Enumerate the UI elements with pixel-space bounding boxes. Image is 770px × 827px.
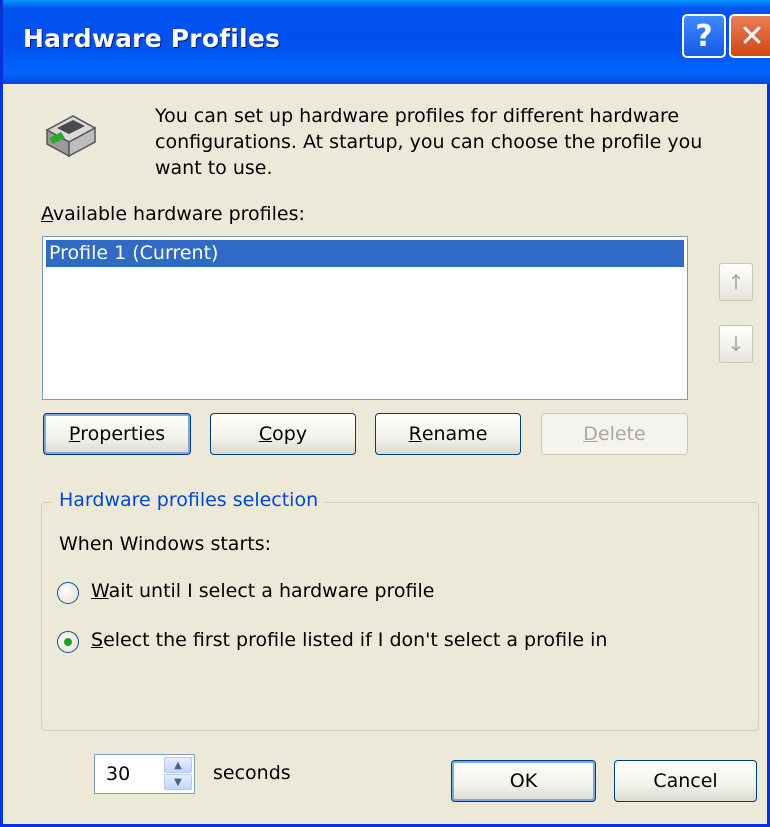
- profiles-listbox[interactable]: Profile 1 (Current): [42, 236, 688, 400]
- arrow-up-icon: ↑: [727, 270, 745, 294]
- radio-selected-dot: [64, 638, 72, 646]
- copy-label: opy: [272, 423, 308, 445]
- spin-down-icon[interactable]: ▼: [164, 774, 192, 790]
- radio-select-first-mnemonic: S: [91, 629, 104, 651]
- arrow-down-icon: ↓: [727, 332, 745, 356]
- delete-button[interactable]: Delete: [541, 413, 688, 455]
- seconds-input[interactable]: 30: [106, 763, 130, 785]
- copy-button[interactable]: Copy: [210, 413, 356, 455]
- available-profiles-label: Available hardware profiles:: [41, 203, 305, 225]
- delete-mnemonic: D: [583, 423, 598, 445]
- move-down-button[interactable]: ↓: [719, 325, 753, 363]
- cancel-button[interactable]: Cancel: [614, 760, 757, 802]
- copy-mnemonic: C: [258, 423, 273, 445]
- list-item-profile[interactable]: Profile 1 (Current): [46, 240, 684, 267]
- rename-button[interactable]: Rename: [375, 413, 521, 455]
- window-title: Hardware Profiles: [23, 24, 281, 53]
- group-legend: Hardware profiles selection: [53, 489, 325, 511]
- radio-wait-label[interactable]: Wait until I select a hardware profile: [91, 580, 434, 602]
- radio-select-first[interactable]: [57, 631, 79, 653]
- when-windows-starts-label: When Windows starts:: [59, 533, 272, 555]
- radio-select-first-label[interactable]: Select the first profile listed if I don…: [91, 629, 607, 651]
- ok-button[interactable]: OK: [451, 760, 596, 802]
- rename-label: ename: [421, 423, 488, 445]
- radio-select-first-text: elect the first profile listed if I don'…: [103, 629, 608, 651]
- seconds-stepper[interactable]: 30 ▲ ▼: [94, 754, 195, 794]
- move-up-button[interactable]: ↑: [719, 263, 753, 301]
- available-profiles-mnemonic: A: [41, 203, 53, 225]
- delete-label: elete: [597, 423, 646, 445]
- available-profiles-label-text: vailable hardware profiles:: [52, 203, 305, 225]
- properties-mnemonic: P: [68, 423, 81, 445]
- hardware-computer-icon: [45, 115, 97, 158]
- title-bar[interactable]: Hardware Profiles ? ✕: [3, 0, 770, 84]
- hardware-profiles-dialog: Hardware Profiles ? ✕ You can set up har…: [0, 0, 770, 827]
- properties-label: roperties: [80, 423, 166, 445]
- spin-up-icon[interactable]: ▲: [164, 757, 192, 773]
- properties-button[interactable]: Properties: [43, 413, 191, 455]
- rename-mnemonic: R: [408, 423, 422, 445]
- seconds-label: seconds: [213, 762, 291, 784]
- radio-wait-select[interactable]: [57, 582, 79, 604]
- radio-wait-mnemonic: W: [91, 580, 109, 602]
- help-button[interactable]: ?: [682, 14, 726, 58]
- intro-text: You can set up hardware profiles for dif…: [155, 105, 703, 179]
- close-button[interactable]: ✕: [729, 14, 770, 58]
- radio-wait-text: ait until I select a hardware profile: [108, 580, 435, 602]
